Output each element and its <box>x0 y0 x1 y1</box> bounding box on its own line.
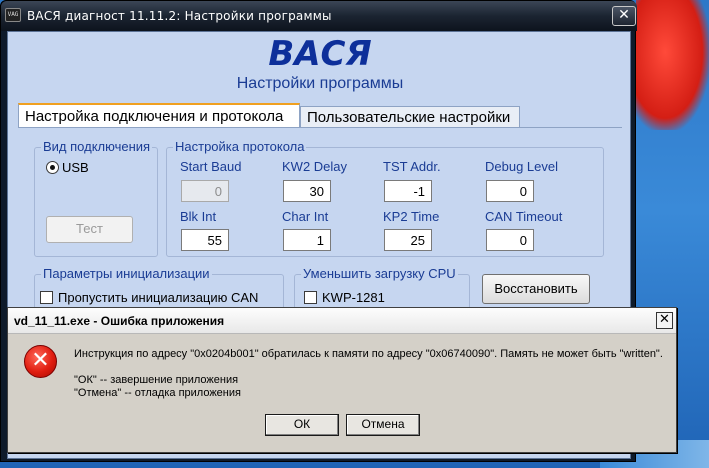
kw2-delay-field[interactable]: 30 <box>283 180 331 202</box>
tst-addr-field[interactable]: -1 <box>384 180 432 202</box>
ok-hint-text: "ОК" -- завершение приложения <box>74 374 239 386</box>
error-message: Инструкция по адресу "0x0204b001" обрати… <box>74 348 663 360</box>
app-icon: VAG <box>5 8 21 22</box>
char-int-label: Char Int <box>282 209 329 224</box>
dialog-title: vd_11_11.exe - Ошибка приложения <box>14 314 225 328</box>
kwp1281-checkbox[interactable] <box>304 291 317 304</box>
skip-can-init-label[interactable]: Пропустить инициализацию CAN <box>58 290 258 305</box>
radio-selected-dot <box>50 165 55 170</box>
cpu-load-label: Уменьшить загрузку CPU <box>301 266 458 281</box>
can-timeout-label: CAN Timeout <box>485 209 563 224</box>
can-timeout-field[interactable]: 0 <box>486 229 534 251</box>
page-subtitle: Настройки программы <box>236 75 404 92</box>
debug-level-field[interactable]: 0 <box>486 180 534 202</box>
tst-addr-label: TST Addr. <box>383 159 441 174</box>
connection-type-group: Вид подключения USB Тест <box>34 139 158 257</box>
tab-connection-protocol[interactable]: Настройка подключения и протокола <box>18 103 300 127</box>
kp2-time-field[interactable]: 25 <box>384 229 432 251</box>
application-error-dialog: vd_11_11.exe - Ошибка приложения ✕ ✕ Инс… <box>7 307 677 453</box>
protocol-settings-label: Настройка протокола <box>173 139 307 154</box>
char-int-field[interactable]: 1 <box>283 229 331 251</box>
restore-button[interactable]: Восстановить <box>482 274 590 304</box>
close-icon[interactable]: ✕ <box>612 6 636 26</box>
usb-radio[interactable] <box>46 161 59 174</box>
tab-user-settings[interactable]: Пользовательские настройки <box>300 106 520 128</box>
error-x-icon: ✕ <box>24 345 57 378</box>
kwp1281-label[interactable]: KWP-1281 <box>322 290 385 305</box>
window-titlebar[interactable]: VAG ВАСЯ диагност 11.11.2: Настройки про… <box>1 1 637 31</box>
blk-int-label: Blk Int <box>180 209 217 224</box>
dialog-titlebar[interactable]: vd_11_11.exe - Ошибка приложения ✕ <box>8 308 676 334</box>
debug-level-label: Debug Level <box>485 159 558 174</box>
cancel-hint-text: "Отмена" -- отладка приложения <box>74 387 241 399</box>
blk-int-field[interactable]: 55 <box>181 229 229 251</box>
desktop-wallpaper-flag <box>636 0 709 130</box>
protocol-settings-group: Настройка протокола Start Baud 0 KW2 Del… <box>166 139 604 257</box>
app-brand-title: ВАСЯ <box>268 34 372 74</box>
skip-can-init-checkbox[interactable] <box>40 291 53 304</box>
start-baud-label: Start Baud <box>180 159 242 174</box>
cancel-button[interactable]: Отмена <box>346 414 420 436</box>
dialog-close-icon[interactable]: ✕ <box>656 312 673 329</box>
test-button[interactable]: Тест <box>46 216 133 243</box>
kp2-time-label: KP2 Time <box>383 209 440 224</box>
start-baud-field[interactable]: 0 <box>181 180 229 202</box>
window-title: ВАСЯ диагност 11.11.2: Настройки програм… <box>27 9 332 23</box>
kw2-delay-label: KW2 Delay <box>282 159 348 174</box>
usb-radio-label[interactable]: USB <box>62 160 89 175</box>
ok-button[interactable]: ОК <box>265 414 339 436</box>
init-params-label: Параметры инициализации <box>41 266 212 281</box>
connection-type-label: Вид подключения <box>41 139 153 154</box>
